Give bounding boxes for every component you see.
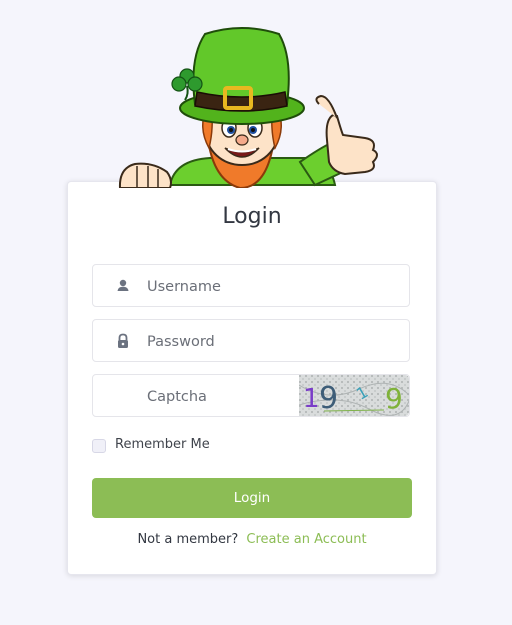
login-card: Login Username Captcha 1 9 1 9 Remember … — [67, 181, 437, 575]
captcha-char-1: 1 — [303, 384, 320, 414]
password-input[interactable] — [145, 320, 399, 363]
page-title: Login — [222, 204, 282, 229]
signup-prompt: Not a member? Create an Account — [68, 532, 436, 547]
username-field[interactable] — [92, 264, 410, 308]
captcha-char-4: 9 — [385, 382, 403, 415]
captcha-image: 1 9 1 9 — [299, 375, 409, 416]
leprechaun-illustration — [118, 27, 378, 188]
password-field[interactable] — [92, 319, 410, 363]
login-page: Login Username Captcha 1 9 1 9 Remember … — [0, 0, 512, 625]
lock-icon — [118, 333, 128, 348]
user-icon — [117, 279, 129, 291]
remember-me-checkbox[interactable] — [92, 439, 106, 453]
login-button[interactable]: Login — [92, 478, 412, 518]
remember-me-label[interactable]: Remember Me — [115, 437, 210, 452]
username-input[interactable] — [145, 265, 399, 308]
create-account-link[interactable]: Create an Account — [246, 532, 366, 547]
captcha-char-2: 9 — [319, 381, 338, 416]
signup-prompt-text: Not a member? — [137, 532, 239, 547]
captcha-field[interactable]: 1 9 1 9 — [92, 374, 410, 418]
